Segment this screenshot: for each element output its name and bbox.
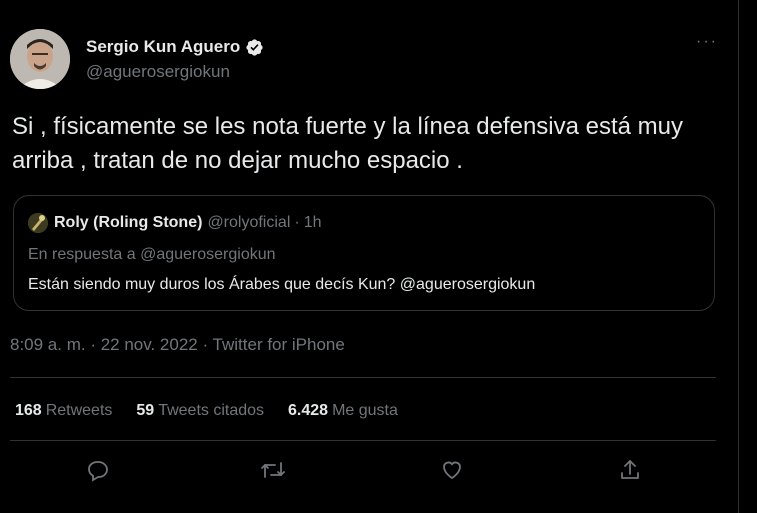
divider <box>10 377 716 378</box>
quotes-stat[interactable]: 59 Tweets citados <box>136 402 264 420</box>
retweets-stat[interactable]: 168 Retweets <box>15 402 112 420</box>
retweet-icon[interactable] <box>259 456 287 484</box>
scrollbar-edge <box>738 0 739 513</box>
heart-icon[interactable] <box>438 456 466 484</box>
name-row: Sergio Kun Aguero <box>86 37 264 57</box>
more-options-icon[interactable]: ··· <box>696 33 718 51</box>
quote-time: 1h <box>303 214 322 231</box>
divider <box>10 440 716 441</box>
tweet-meta: 8:09 a. m. · 22 nov. 2022 · Twitter for … <box>10 335 345 354</box>
quotes-count: 59 <box>136 402 155 419</box>
quotes-label: Tweets citados <box>158 402 265 419</box>
handle[interactable]: @aguerosergiokun <box>86 62 230 82</box>
share-icon[interactable] <box>616 456 644 484</box>
likes-stat[interactable]: 6.428 Me gusta <box>288 402 398 420</box>
quote-handle: @rolyoficial <box>207 214 291 231</box>
likes-label: Me gusta <box>332 402 398 419</box>
engagement-stats: 168 Retweets 59 Tweets citados 6.428 Me gus… <box>15 402 422 420</box>
display-name[interactable]: Sergio Kun Aguero <box>86 37 240 57</box>
tweet-header: Sergio Kun Aguero @aguerosergiokun ··· <box>10 29 716 91</box>
quote-reply-to: En respuesta a @aguerosergiokun <box>28 246 276 263</box>
reply-icon[interactable] <box>84 456 112 484</box>
retweets-label: Retweets <box>45 402 113 419</box>
quoted-tweet[interactable]: Roly (Roling Stone) @rolyoficial · 1h En… <box>13 195 715 311</box>
avatar[interactable] <box>10 29 70 89</box>
likes-count: 6.428 <box>288 402 329 419</box>
action-bar <box>0 456 740 496</box>
quote-avatar <box>28 213 48 233</box>
retweets-count: 168 <box>15 402 42 419</box>
quote-name: Roly (Roling Stone) <box>54 214 203 231</box>
quote-separator: · <box>294 214 300 231</box>
verified-badge-icon <box>246 38 263 56</box>
quote-header: Roly (Roling Stone) @rolyoficial · 1h <box>28 213 322 233</box>
tweet-text: Si , físicamente se les nota fuerte y la… <box>12 113 684 174</box>
quote-text: Están siendo muy duros los Árabes que de… <box>28 276 536 293</box>
